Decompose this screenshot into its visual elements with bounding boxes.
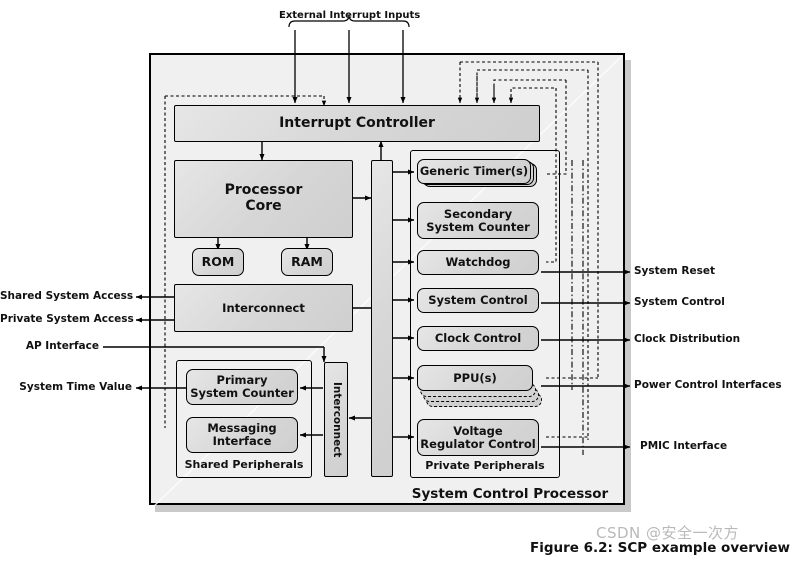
private-peripherals-title: Private Peripherals xyxy=(425,459,545,472)
interconnect-vertical-block: Interconnect xyxy=(324,362,348,477)
watchdog-block: Watchdog xyxy=(417,250,539,275)
generic-timers-block: Generic Timer(s) xyxy=(417,159,531,184)
shared-peripherals-title: Shared Peripherals xyxy=(184,458,304,471)
label-system-reset: System Reset xyxy=(634,265,715,277)
voltage-regulator-control-label-line1: Voltage xyxy=(453,423,503,438)
processor-core-label-line2: Core xyxy=(245,198,282,214)
clock-control-label: Clock Control xyxy=(434,331,522,346)
primary-system-counter-label-line2: System Counter xyxy=(190,386,294,400)
label-ap-interface: AP Interface xyxy=(25,340,99,352)
secondary-system-counter-label-line1: Secondary xyxy=(443,206,513,221)
rom-block: ROM xyxy=(192,248,244,276)
external-interrupt-inputs-label: External Interrupt Inputs xyxy=(279,10,421,21)
ppu-block: PPU(s) xyxy=(417,365,533,391)
label-private-system-access: Private System Access xyxy=(0,313,134,325)
voltage-regulator-control-block: Voltage Regulator Control xyxy=(417,419,539,456)
figure-caption: Figure 6.2: SCP example overview xyxy=(529,540,790,556)
messaging-interface-block: Messaging Interface xyxy=(186,417,298,453)
label-clock-distribution: Clock Distribution xyxy=(634,333,741,345)
interconnect-block: Interconnect xyxy=(174,284,353,332)
label-pmic-interface: PMIC Interface xyxy=(640,440,728,452)
processor-core-block: Processor Core xyxy=(174,160,353,238)
label-shared-system-access: Shared System Access xyxy=(0,290,134,302)
label-system-time-value: System Time Value xyxy=(19,381,132,393)
secondary-system-counter-label-line2: System Counter xyxy=(426,219,530,234)
label-system-control: System Control xyxy=(634,296,725,308)
ppu-label: PPU(s) xyxy=(453,370,497,385)
voltage-regulator-control-label-line2: Regulator Control xyxy=(420,436,536,451)
system-control-label: System Control xyxy=(428,293,528,308)
connector-layer xyxy=(103,14,631,509)
interconnect-label: Interconnect xyxy=(222,300,305,315)
label-power-control-interfaces: Power Control Interfaces xyxy=(634,379,782,391)
interrupt-controller-block: Interrupt Controller xyxy=(174,105,540,142)
ram-block: RAM xyxy=(281,248,333,276)
system-control-block: System Control xyxy=(417,288,539,313)
messaging-interface-label-line2: Interface xyxy=(212,434,272,448)
interconnect-vertical-label: Interconnect xyxy=(330,381,343,458)
secondary-system-counter-block: Secondary System Counter xyxy=(417,202,539,239)
rom-label: ROM xyxy=(201,254,235,269)
clock-control-block: Clock Control xyxy=(417,326,539,351)
ram-label: RAM xyxy=(291,254,323,269)
system-control-processor-title: System Control Processor xyxy=(411,486,609,502)
generic-timers-label: Generic Timer(s) xyxy=(419,164,529,179)
primary-system-counter-block: Primary System Counter xyxy=(186,369,298,405)
processor-core-label-line1: Processor xyxy=(224,182,303,199)
interrupt-controller-label: Interrupt Controller xyxy=(279,114,435,131)
watchdog-label: Watchdog xyxy=(445,255,511,270)
interconnect-bus-block xyxy=(371,160,393,477)
diagram-canvas: External Interrupt Inputs Interrupt Cont… xyxy=(0,0,795,570)
